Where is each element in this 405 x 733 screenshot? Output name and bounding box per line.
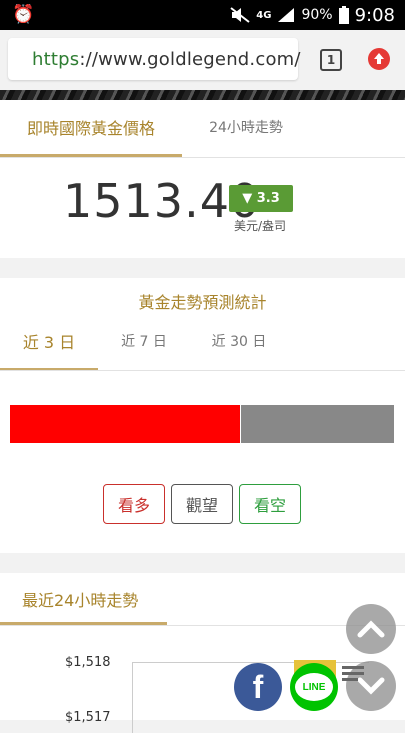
status-bar: ⏰ 4G 90% 9:08 bbox=[0, 0, 405, 30]
period-tab-3d[interactable]: 近 3 日 bbox=[0, 314, 98, 371]
alarm-clock-icon: ⏰ bbox=[12, 4, 35, 25]
mute-icon bbox=[230, 7, 250, 23]
period-tab-30d[interactable]: 近 30 日 bbox=[196, 314, 282, 368]
status-bar-indicators: 4G 90% 9:08 bbox=[230, 0, 395, 30]
browser-toolbar: https://www.goldlegend.com/ 1 bbox=[0, 30, 405, 90]
y-tick-label: $1,517 bbox=[65, 710, 111, 725]
bearish-button[interactable]: 看空 bbox=[239, 484, 301, 524]
bullish-button[interactable]: 看多 bbox=[103, 484, 165, 524]
facebook-share-button[interactable]: f bbox=[234, 663, 282, 711]
tab-live-gold-price[interactable]: 即時國際黃金價格 bbox=[0, 100, 182, 157]
bullish-share-bar bbox=[10, 405, 240, 443]
price-change-badge: ▼ 3.3 bbox=[229, 185, 293, 212]
battery-icon bbox=[338, 6, 349, 24]
wait-button[interactable]: 觀望 bbox=[171, 484, 233, 524]
y-tick-label: $1,518 bbox=[65, 655, 111, 670]
forecast-title: 黃金走勢預測統計 bbox=[138, 293, 267, 312]
price-unit: 美元/盎司 bbox=[234, 219, 287, 233]
upload-icon[interactable] bbox=[368, 48, 390, 70]
menu-icon[interactable] bbox=[342, 666, 364, 682]
signal-icon bbox=[278, 8, 295, 22]
trend-title: 最近24小時走勢 bbox=[22, 591, 139, 610]
divider bbox=[0, 370, 405, 371]
banner-image-strip bbox=[0, 90, 405, 100]
divider bbox=[0, 625, 405, 626]
battery-percent: 90% bbox=[301, 7, 333, 23]
line-icon: LINE bbox=[295, 673, 333, 701]
chevron-up-icon bbox=[357, 620, 385, 638]
clock-time: 9:08 bbox=[354, 4, 395, 26]
price-tabs: 即時國際黃金價格 24小時走勢 bbox=[0, 100, 405, 157]
period-tab-7d[interactable]: 近 7 日 bbox=[102, 314, 186, 368]
network-type: 4G bbox=[256, 9, 272, 21]
scroll-up-button[interactable] bbox=[346, 604, 396, 654]
url-text: https://www.goldlegend.com/ bbox=[32, 48, 301, 70]
url-bar[interactable]: https://www.goldlegend.com/ bbox=[8, 38, 301, 80]
divider bbox=[0, 157, 405, 158]
line-share-button[interactable]: LINE bbox=[290, 663, 338, 711]
bearish-share-bar bbox=[241, 405, 394, 443]
facebook-icon: f bbox=[252, 668, 264, 705]
tab-switcher-button[interactable]: 1 bbox=[320, 49, 342, 71]
tab-24h-trend[interactable]: 24小時走勢 bbox=[190, 100, 302, 154]
